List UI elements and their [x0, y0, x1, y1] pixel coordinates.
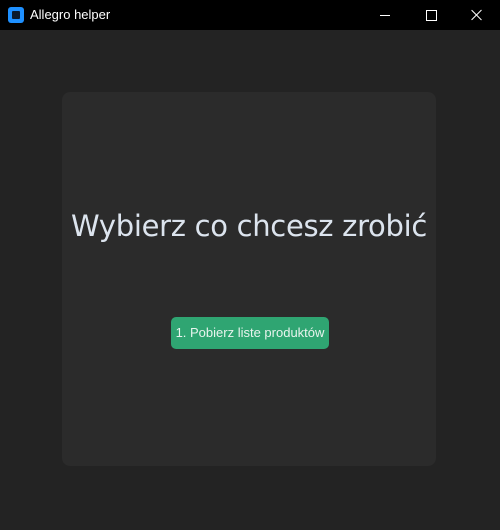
page-title: Wybierz co chcesz zrobić	[70, 209, 428, 243]
maximize-button[interactable]	[408, 0, 454, 30]
minimize-button[interactable]	[362, 0, 408, 30]
download-products-button[interactable]: 1. Pobierz liste produktów	[171, 317, 329, 349]
minimize-icon	[380, 14, 390, 16]
close-icon	[471, 9, 483, 21]
title-bar: Allegro helper	[0, 0, 500, 30]
window-title: Allegro helper	[30, 7, 111, 22]
app-icon	[8, 7, 24, 23]
main-card: Wybierz co chcesz zrobić 1. Pobierz list…	[62, 92, 436, 466]
maximize-icon	[425, 9, 437, 21]
close-button[interactable]	[454, 0, 500, 30]
